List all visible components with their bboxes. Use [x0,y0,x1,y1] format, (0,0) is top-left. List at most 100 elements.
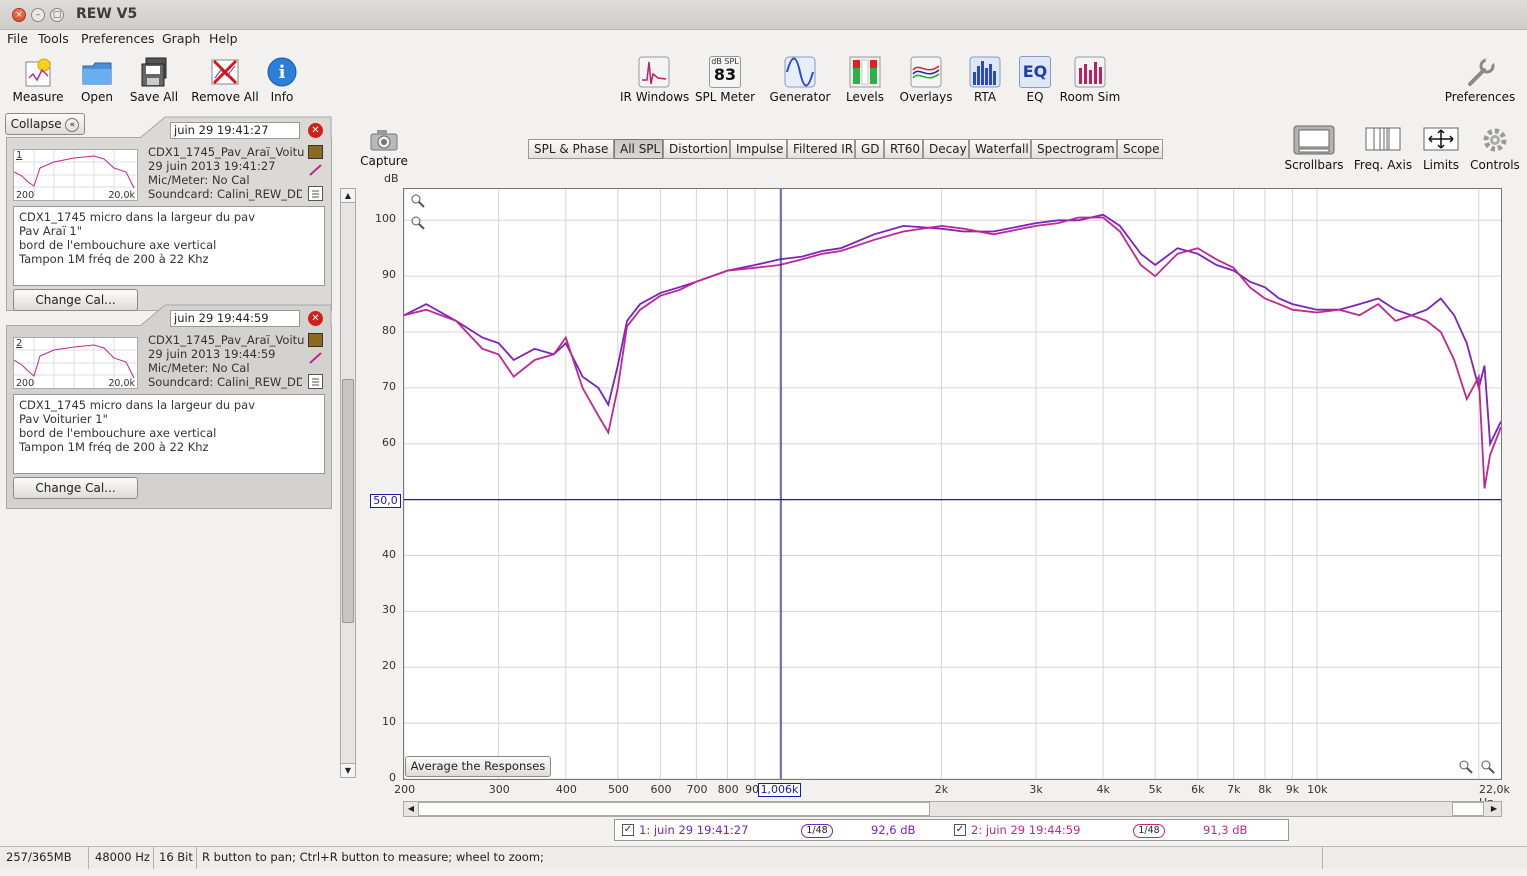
overlays-button[interactable]: Overlays [897,56,955,104]
average-responses-button[interactable]: Average the Responses [405,756,551,777]
minimize-window-button[interactable]: – [31,8,45,22]
preferences-button[interactable]: Preferences [1440,56,1520,104]
measurement-1-name-input[interactable]: juin 29 19:41:27 [170,122,300,139]
menu-tools[interactable]: Tools [38,31,69,46]
measurement-2-thumb-min: 200 [16,378,35,389]
tab-distortion[interactable]: Distortion [663,139,730,159]
measurement-2-notes-icon[interactable] [308,374,323,389]
status-memory: 257/365MB [6,850,72,864]
change-cal-button-1[interactable]: Change Cal... [13,289,138,311]
measurement-2-thumb-max: 20,0k [108,378,135,389]
measurement-2-mic: Mic/Meter: No Cal [148,361,250,375]
capture-button[interactable]: Capture [360,128,408,168]
x-tick-label: 700 [686,783,708,796]
legend-2-smoothing[interactable]: 1/48 [1133,824,1165,838]
save-all-button[interactable]: Save All [126,56,182,104]
measurement-1-pen-icon[interactable] [308,163,323,177]
rta-button[interactable]: RTA [966,56,1004,104]
remove-all-button[interactable]: Remove All [190,56,260,104]
save-all-label: Save All [129,90,179,104]
scroll-left-icon[interactable]: ◀ [404,802,418,816]
spl-meter-label: SPL Meter [694,90,756,104]
measurement-list-scrollbar[interactable]: ▲ ▼ [340,188,356,778]
spl-meter-button[interactable]: dB SPL 83 SPL Meter [694,56,756,104]
scrollbars-button[interactable]: Scrollbars [1284,124,1344,172]
room-sim-icon [1074,56,1106,88]
info-button[interactable]: i Info [264,56,300,104]
measurement-1-color-icon[interactable] [308,145,323,159]
freq-axis-label: Freq. Axis [1353,158,1413,172]
change-cal-button-2[interactable]: Change Cal... [13,477,138,499]
tab-filtered-ir[interactable]: Filtered IR [787,139,855,159]
ir-windows-button[interactable]: IR Windows [620,56,689,104]
scroll-down-icon[interactable]: ▼ [341,763,355,777]
zoom-in-x-icon[interactable] [1480,759,1496,775]
levels-button[interactable]: Levels [842,56,888,104]
open-button[interactable]: Open [74,56,120,104]
measurement-1-notes-icon[interactable] [308,186,323,201]
zoom-out-x-icon[interactable] [1458,759,1474,775]
graph-horizontal-scrollbar[interactable]: ◀ ▶ [403,801,1502,817]
tab-all-spl[interactable]: All SPL [614,139,663,159]
tab-rt60[interactable]: RT60 [884,139,923,159]
scroll-up-icon[interactable]: ▲ [341,189,355,203]
measurement-2-name-input[interactable]: juin 29 19:44:59 [170,310,300,327]
zoom-out-y-icon[interactable] [410,215,426,231]
close-window-button[interactable]: × [12,8,26,22]
rta-icon [969,56,1001,88]
tab-spectrogram[interactable]: Spectrogram [1031,139,1117,159]
maximize-window-button[interactable]: □ [50,8,64,22]
legend-2-value: 91,3 dB [1203,823,1248,837]
menu-help[interactable]: Help [209,31,238,46]
measurement-2-note-line: CDX1_1745 micro dans la largeur du pav [19,398,256,412]
legend-1-smoothing[interactable]: 1/48 [801,824,833,838]
scroll-right-icon[interactable]: ▶ [1487,802,1501,816]
spl-graph-svg [404,189,1501,779]
legend-1-checkbox[interactable]: ✓ [622,824,634,836]
gear-icon [1479,124,1511,156]
scrollbar-thumb[interactable] [342,379,354,623]
measurement-1-notes[interactable]: CDX1_1745 micro dans la largeur du pav P… [13,206,325,286]
tab-scope[interactable]: Scope [1117,139,1163,159]
measurement-2-date: 29 juin 2013 19:44:59 [148,347,276,361]
measurement-1-thumb-min: 200 [16,190,35,201]
measurement-1-title: CDX1_1745_Pav_Araï_Voitu [148,145,305,159]
limits-button[interactable]: Limits [1420,124,1462,172]
tab-impulse[interactable]: Impulse [730,139,787,159]
menu-graph[interactable]: Graph [162,31,200,46]
measure-button[interactable]: Measure [10,56,66,104]
eq-button[interactable]: EQ EQ [1018,56,1052,104]
measurement-2-color-icon[interactable] [308,333,323,347]
horizontal-scrollbar-thumb[interactable] [418,802,930,816]
tab-spl-phase[interactable]: SPL & Phase [528,139,614,159]
legend-2-checkbox[interactable]: ✓ [954,824,966,836]
controls-button[interactable]: Controls [1468,124,1522,172]
generator-button[interactable]: Generator [768,56,832,104]
tab-waterfall[interactable]: Waterfall [969,139,1031,159]
freq-axis-button[interactable]: Freq. Axis [1352,124,1414,172]
x-tick-label: 400 [555,783,577,796]
collapse-button[interactable]: Collapse « [5,113,85,135]
menu-file[interactable]: File [7,31,28,46]
measurement-1-thumbnail[interactable]: 1 200 20,0k [13,149,138,201]
legend-2-label: 2: juin 29 19:44:59 [971,823,1081,837]
tab-gd[interactable]: GD [855,139,884,159]
measurement-2-notes[interactable]: CDX1_1745 micro dans la largeur du pav P… [13,394,325,474]
save-all-icon [138,56,170,88]
zoom-in-y-icon[interactable] [410,193,426,209]
menu-preferences[interactable]: Preferences [81,31,155,46]
measurement-2-pen-icon[interactable] [308,351,323,365]
remove-measurement-1-icon[interactable]: ✕ [308,123,323,138]
status-separator [153,847,154,869]
remove-measurement-2-icon[interactable]: ✕ [308,311,323,326]
measurement-2-thumbnail[interactable]: 2 200 20,0k [13,337,138,389]
levels-icon [849,56,881,88]
measurement-2-note-line: Tampon 1M fréq de 200 à 22 Khz [19,440,209,454]
scrollbars-icon [1292,124,1336,156]
x-tick-label: 3k [1029,783,1043,796]
room-sim-button[interactable]: Room Sim [1058,56,1122,104]
horizontal-scrollbar-thumb-end[interactable] [1452,802,1484,816]
measurement-2-note-line: bord de l'embouchure axe vertical [19,426,217,440]
spl-graph[interactable]: Average the Responses [403,188,1502,780]
tab-decay[interactable]: Decay [923,139,969,159]
